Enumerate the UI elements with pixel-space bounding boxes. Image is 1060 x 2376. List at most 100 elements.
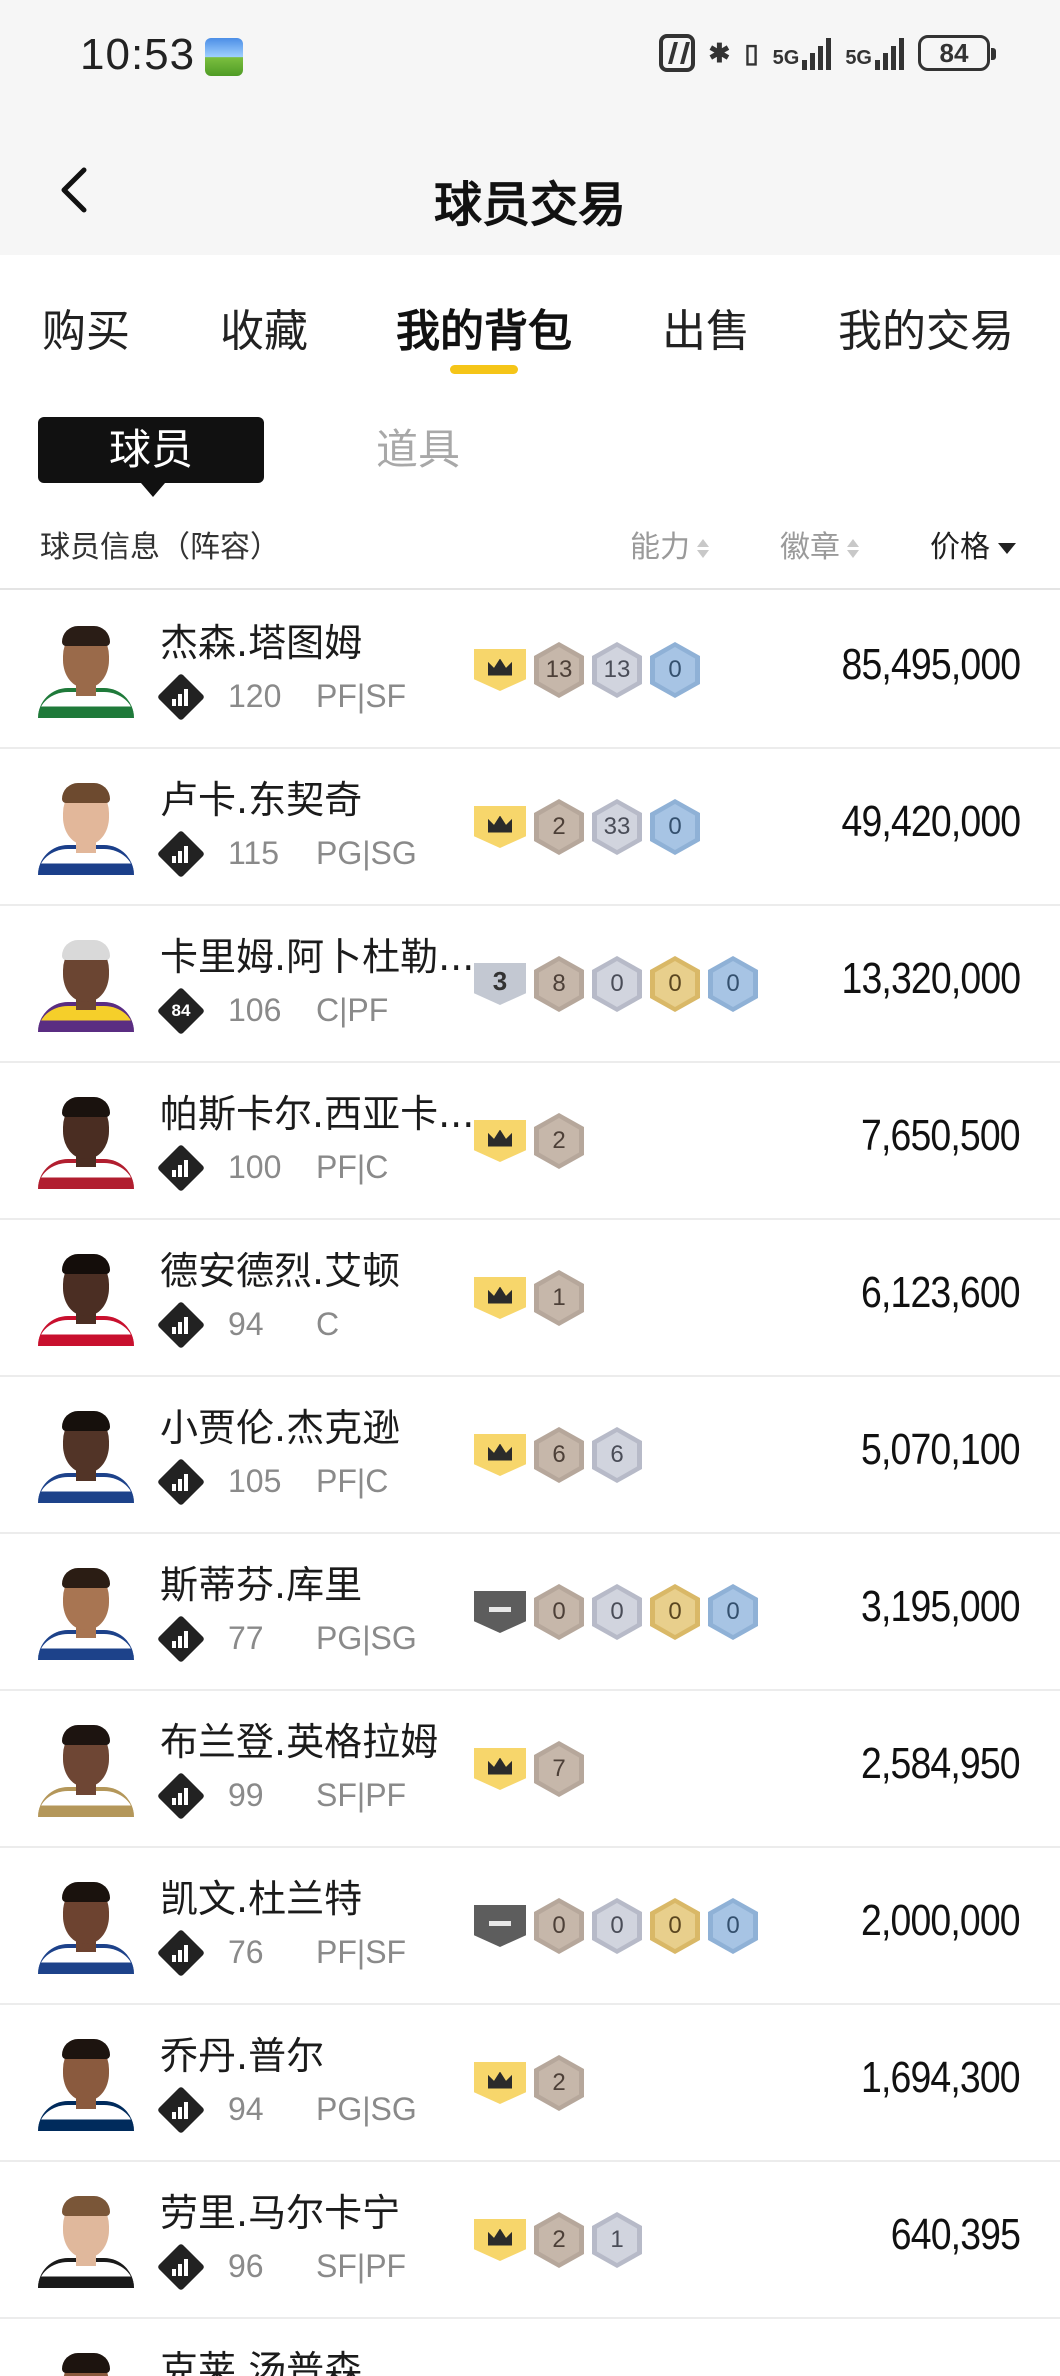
sub-tabs: 球员 道具 — [0, 400, 1060, 500]
silver-badge-icon: 13 — [592, 642, 642, 698]
signal-2: 5G — [845, 36, 904, 70]
avatar-hair — [62, 1411, 110, 1431]
badge-count: 13 — [597, 647, 637, 693]
vibrate-icon: ▯ — [744, 37, 759, 68]
player-row[interactable]: 帕斯卡尔.西亚卡... 100 PF|C 2 7,650,500 — [0, 1063, 1060, 1220]
player-position: PG|SG — [316, 2091, 417, 2127]
column-ability-sort[interactable]: 能力 — [630, 522, 710, 566]
player-name: 卡里姆.阿卜杜勒... — [160, 935, 475, 979]
battery-icon: 84 — [918, 35, 996, 71]
player-row[interactable]: 克莱.汤普森 — [0, 2319, 1060, 2376]
crown-icon — [488, 1129, 512, 1147]
player-name: 克莱.汤普森 — [160, 2348, 363, 2376]
badge-count: 0 — [655, 804, 695, 850]
player-rating: 94 — [228, 2091, 264, 2127]
bronze-badge-icon: 2 — [534, 799, 584, 855]
player-avatar — [38, 2035, 134, 2131]
player-avatar — [38, 2349, 134, 2376]
player-rating: 99 — [228, 1777, 264, 1813]
badge-count: 2 — [539, 2217, 579, 2263]
player-price: 6,123,600 — [861, 1268, 1021, 1317]
player-position: SF|PF — [316, 2248, 407, 2284]
player-row[interactable]: 劳里.马尔卡宁 96 SF|PF 2 1 640,395 — [0, 2162, 1060, 2319]
app-header: 球员交易 — [0, 120, 1060, 255]
status-time: 10:53 — [80, 30, 196, 79]
player-row[interactable]: 布兰登.英格拉姆 99 SF|PF 7 2,584,950 — [0, 1691, 1060, 1848]
player-row[interactable]: 斯蒂芬.库里 77 PG|SG 0 0 0 0 3,195,000 — [0, 1534, 1060, 1691]
blue-badge-icon: 0 — [708, 956, 758, 1012]
tab-sell[interactable]: 出售 — [662, 295, 750, 359]
tab-favorites[interactable]: 收藏 — [220, 295, 308, 359]
tab-my-trades[interactable]: 我的交易 — [838, 295, 1014, 359]
badge-count: 0 — [655, 1903, 695, 1949]
silver-badge-icon: 0 — [592, 1898, 642, 1954]
badge-group: 66 — [474, 1427, 642, 1483]
avatar-hair — [62, 2039, 110, 2059]
player-price: 7,650,500 — [861, 1111, 1021, 1160]
badge-count: 1 — [597, 2217, 637, 2263]
player-row[interactable]: 德安德烈.艾顿 94 C 1 6,123,600 — [0, 1220, 1060, 1377]
player-position: PF|C — [316, 1463, 389, 1499]
blue-badge-icon: 0 — [708, 1584, 758, 1640]
silver-badge-icon: 0 — [592, 1584, 642, 1640]
bronze-badge-icon: 13 — [534, 642, 584, 698]
bluetooth-icon: ✱ — [708, 37, 731, 68]
no-ability-badge — [474, 1905, 526, 1947]
crown-icon — [488, 1443, 512, 1461]
stats-bars-icon — [156, 1928, 206, 1978]
player-rating: 94 — [228, 1306, 264, 1342]
ability-level: 3 — [492, 965, 508, 996]
subtab-players[interactable]: 球员 — [38, 417, 264, 497]
player-row[interactable]: 卡里姆.阿卜杜勒... 84 106 C|PF 3 8 0 0 0 13,320,000 — [0, 906, 1060, 1063]
crown-ability-badge — [474, 1120, 526, 1162]
tab-buy[interactable]: 购买 — [42, 295, 130, 359]
badge-group: 13 13 0 — [474, 642, 700, 698]
player-position: C — [316, 1306, 340, 1342]
player-row[interactable]: 小贾伦.杰克逊 105 PF|C 6 6 5,070,100 — [0, 1377, 1060, 1534]
subtab-items[interactable]: 道具 — [376, 417, 460, 483]
player-row[interactable]: 卢卡.东契奇 115 PG|SG 2 33 0 49,420,000 — [0, 749, 1060, 906]
avatar-hair — [62, 1254, 110, 1274]
silver-badge-icon: 33 — [592, 799, 642, 855]
player-row[interactable]: 杰森.塔图姆 120 PF|SF 13 13 0 85,495,000 — [0, 592, 1060, 749]
column-price-sort[interactable]: 价格 — [930, 522, 1016, 566]
ability-level-badge: 3 — [474, 963, 526, 1005]
player-row[interactable]: 凯文.杜兰特 76 PF|SF 0 0 0 0 2,000,000 — [0, 1848, 1060, 2005]
player-price: 1,694,300 — [861, 2053, 1021, 2102]
badge-count: 2 — [539, 1118, 579, 1164]
player-name: 德安德烈.艾顿 — [160, 1249, 401, 1293]
bronze-badge-icon: 2 — [534, 2055, 584, 2111]
badge-count: 2 — [539, 804, 579, 850]
main-tabs: 购买 收藏 我的背包 出售 我的交易 — [0, 255, 1060, 385]
avatar-hair — [62, 940, 110, 960]
player-position: SF|PF — [316, 1777, 407, 1813]
player-name: 小贾伦.杰克逊 — [160, 1406, 401, 1450]
column-badge-label: 徽章 — [780, 530, 840, 565]
badge-count: 13 — [539, 647, 579, 693]
badge-group: 21 — [474, 2212, 642, 2268]
badge-count: 0 — [655, 647, 695, 693]
badge-count: 0 — [539, 1589, 579, 1635]
crown-icon — [488, 2071, 512, 2089]
player-row[interactable]: 乔丹.普尔 94 PG|SG 2 1,694,300 — [0, 2005, 1060, 2162]
player-price: 49,420,000 — [841, 797, 1021, 846]
dash-icon — [489, 1606, 511, 1612]
player-avatar — [38, 936, 134, 1032]
badge-count: 0 — [597, 1903, 637, 1949]
player-rating: 106 — [228, 992, 282, 1028]
player-avatar — [38, 2192, 134, 2288]
player-price: 3,195,000 — [861, 1582, 1021, 1631]
crown-ability-badge — [474, 649, 526, 691]
bronze-badge-icon: 7 — [534, 1741, 584, 1797]
badge-group: 7 — [474, 1741, 584, 1797]
column-badge-sort[interactable]: 徽章 — [780, 522, 860, 566]
status-icons: ✱ ▯ 5G 5G 84 — [658, 34, 996, 72]
overall-number-icon: 84 — [156, 986, 206, 1036]
tab-my-backpack[interactable]: 我的背包 — [396, 295, 572, 359]
column-header: 球员信息（阵容） 能力 徽章 价格 — [0, 510, 1060, 590]
player-price: 85,495,000 — [841, 640, 1021, 689]
status-bar: 10:53 ✱ ▯ 5G 5G 84 — [0, 0, 1060, 120]
badge-count: 1 — [539, 1275, 579, 1321]
crown-icon — [488, 1757, 512, 1775]
player-avatar — [38, 1407, 134, 1503]
